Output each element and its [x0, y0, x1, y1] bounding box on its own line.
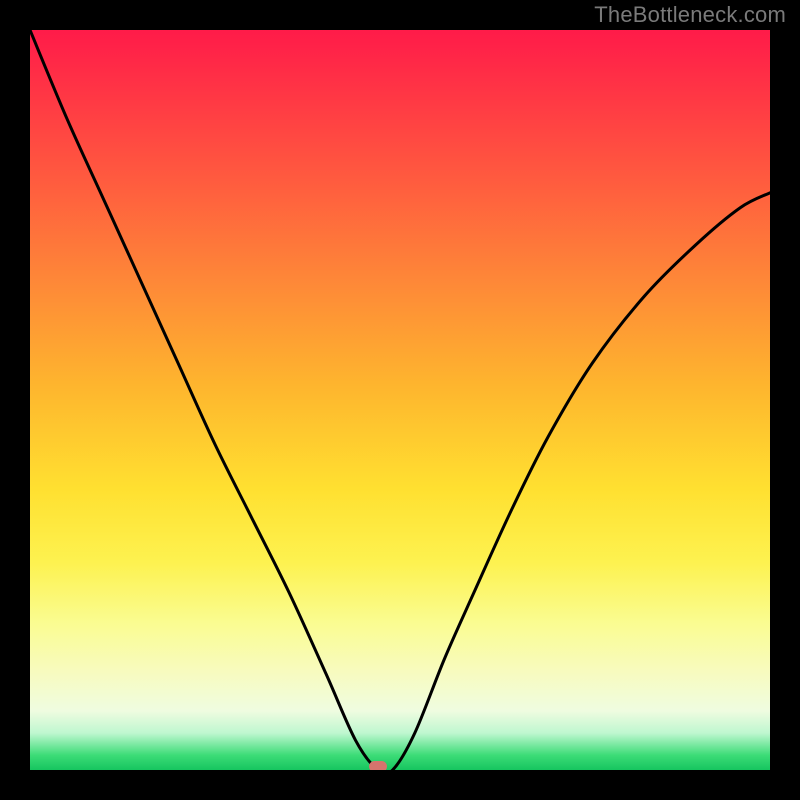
- plot-area: [30, 30, 770, 770]
- vertex-marker: [369, 761, 387, 770]
- chart-frame: TheBottleneck.com: [0, 0, 800, 800]
- curve-layer: [30, 30, 770, 770]
- watermark-text: TheBottleneck.com: [594, 2, 786, 28]
- bottleneck-curve: [30, 30, 770, 770]
